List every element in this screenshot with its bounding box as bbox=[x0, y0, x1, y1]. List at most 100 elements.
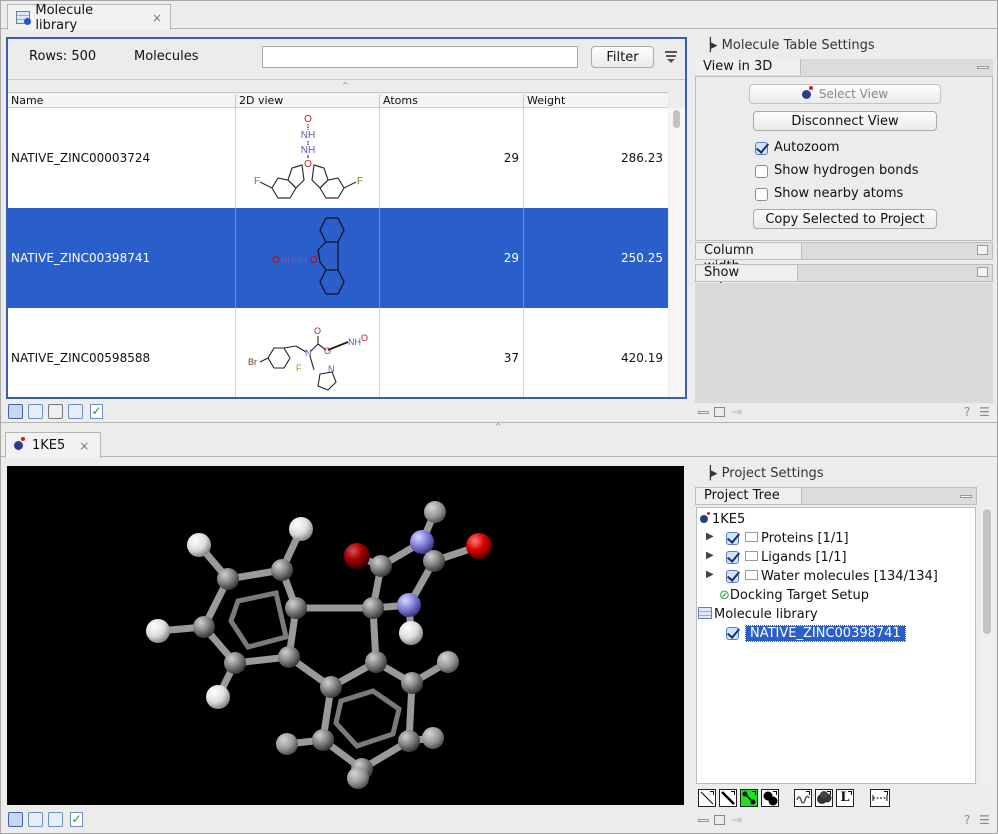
molecule-table-settings-header[interactable]: ▕▸ Molecule Table Settings bbox=[701, 38, 875, 53]
water-molecules-checkbox[interactable] bbox=[726, 570, 739, 583]
folder-icon[interactable] bbox=[977, 245, 988, 255]
viewer-3d[interactable] bbox=[7, 466, 684, 805]
tree-node-molecule-library[interactable]: Molecule library bbox=[698, 607, 818, 622]
carbon-atom bbox=[401, 672, 423, 694]
dock-icon[interactable]: ⇥ bbox=[732, 405, 742, 419]
show-hydrogen-bonds-label: Show hydrogen bonds bbox=[774, 163, 919, 178]
expand-arrow-icon[interactable]: ▶ bbox=[706, 531, 714, 542]
info-icon[interactable] bbox=[28, 404, 43, 419]
column-width-section[interactable]: Column width bbox=[695, 242, 993, 274]
expand-icon: ▕▸ bbox=[701, 38, 722, 53]
folder-icon[interactable] bbox=[714, 407, 725, 417]
molecule-view-icon[interactable] bbox=[8, 812, 23, 827]
carbon-atom bbox=[217, 568, 239, 590]
minimize-icon[interactable] bbox=[960, 495, 972, 498]
folder-icon[interactable] bbox=[977, 267, 988, 277]
minimize-icon[interactable] bbox=[977, 66, 989, 69]
history-icon[interactable] bbox=[68, 404, 83, 419]
library-item-checkbox[interactable] bbox=[726, 627, 739, 640]
backbone-icon[interactable] bbox=[794, 789, 812, 807]
minimize-icon[interactable] bbox=[698, 819, 709, 822]
table-scrollbar[interactable] bbox=[669, 108, 685, 397]
tree-node-ligands[interactable]: Ligands [1/1] bbox=[745, 550, 847, 565]
tree-node-docking-target-setup[interactable]: ⊘Docking Target Setup bbox=[719, 588, 869, 603]
project-tree-section-header[interactable]: Project Tree bbox=[695, 487, 977, 505]
tree-node-water-molecules[interactable]: Water molecules [134/134] bbox=[745, 569, 938, 584]
close-icon[interactable]: × bbox=[152, 11, 162, 25]
molecule-icon bbox=[801, 85, 813, 99]
svg-text:O: O bbox=[361, 333, 368, 343]
show-nearby-atoms-checkbox[interactable] bbox=[755, 188, 768, 201]
wireframe-icon[interactable] bbox=[698, 789, 716, 807]
expand-arrow-icon[interactable]: ▶ bbox=[706, 550, 714, 561]
table-row[interactable]: NATIVE_ZINC00598588 O N O NH O N Br F 37… bbox=[8, 308, 668, 397]
tree-node-proteins[interactable]: Proteins [1/1] bbox=[745, 531, 849, 546]
proteins-checkbox[interactable] bbox=[726, 532, 739, 545]
svg-text:O: O bbox=[304, 114, 312, 125]
app-window: Molecule library × Rows: 500 Molecules F… bbox=[0, 0, 998, 834]
table-row-selected[interactable]: NATIVE_ZINC00398741 O NHNH O 29 250.25 bbox=[8, 208, 668, 308]
hydrogen-atom bbox=[206, 685, 230, 709]
nitrogen-atom bbox=[397, 593, 421, 617]
hydrogen-atom bbox=[187, 533, 211, 557]
autozoom-label: Autozoom bbox=[774, 140, 840, 155]
show-hydrogen-bonds-checkbox[interactable] bbox=[755, 165, 768, 178]
tab-label: 1KE5 bbox=[32, 438, 66, 453]
space-fill-icon[interactable] bbox=[761, 789, 779, 807]
project-tree-scrollbar[interactable] bbox=[981, 507, 993, 784]
project-settings-header[interactable]: ▕▸ Project Settings bbox=[701, 466, 824, 481]
checklist-icon[interactable]: ✓ bbox=[90, 404, 103, 419]
column-header-2d-view[interactable]: 2D view bbox=[235, 94, 283, 108]
autozoom-checkbox[interactable] bbox=[755, 142, 768, 155]
docking-status-icon: ⊘ bbox=[719, 588, 730, 603]
view-in-3d-section: View in 3D Select View Disconnect View A… bbox=[695, 59, 993, 241]
surface-icon[interactable] bbox=[815, 789, 833, 807]
label-icon[interactable]: L bbox=[836, 789, 854, 807]
expand-arrow-icon[interactable]: ▶ bbox=[706, 569, 714, 580]
cell-atoms: 37 bbox=[503, 351, 519, 365]
tab-1ke5[interactable]: 1KE5 × bbox=[5, 432, 101, 458]
checklist-icon[interactable]: ✓ bbox=[70, 812, 83, 827]
ligands-checkbox[interactable] bbox=[726, 551, 739, 564]
svg-text:NHNH: NHNH bbox=[281, 255, 307, 265]
molecule-3d-render bbox=[146, 501, 492, 789]
history-icon[interactable] bbox=[48, 812, 63, 827]
show-column-section[interactable]: Show column bbox=[695, 264, 993, 296]
carbon-atom bbox=[365, 651, 387, 673]
minimize-icon[interactable] bbox=[698, 411, 709, 414]
stick-icon[interactable] bbox=[719, 789, 737, 807]
filter-button[interactable]: Filter bbox=[591, 46, 654, 68]
column-header-weight[interactable]: Weight bbox=[523, 94, 565, 108]
table-row[interactable]: NATIVE_ZINC00003724 O NH NH O F F 29 286… bbox=[8, 108, 668, 208]
measure-distance-icon[interactable] bbox=[870, 789, 890, 807]
filter-menu-icon[interactable] bbox=[665, 51, 677, 63]
molecule-table-icon[interactable] bbox=[48, 404, 63, 419]
options-list-icon[interactable]: ☰ bbox=[979, 813, 990, 827]
help-icon[interactable]: ? bbox=[964, 405, 970, 419]
filter-input[interactable] bbox=[262, 46, 578, 68]
dock-icon[interactable]: ⇥ bbox=[732, 813, 742, 827]
disconnect-view-button[interactable]: Disconnect View bbox=[753, 111, 937, 131]
copy-selected-to-project-button[interactable]: Copy Selected to Project bbox=[753, 209, 937, 229]
column-header-name[interactable]: Name bbox=[8, 94, 43, 108]
collapse-handle[interactable]: ^ bbox=[342, 81, 349, 90]
folder-icon[interactable] bbox=[714, 815, 725, 825]
cell-weight: 420.19 bbox=[621, 351, 663, 365]
column-header-atoms[interactable]: Atoms bbox=[379, 94, 418, 108]
options-list-icon[interactable]: ☰ bbox=[979, 405, 990, 419]
table-view-icon[interactable] bbox=[8, 404, 23, 419]
tree-node-native-zinc00398741[interactable]: NATIVE_ZINC00398741 bbox=[745, 625, 906, 642]
ball-and-stick-icon[interactable] bbox=[740, 789, 758, 807]
tree-node-1ke5[interactable]: 1KE5 bbox=[700, 512, 745, 527]
help-icon[interactable]: ? bbox=[964, 813, 970, 827]
table-header: Name 2D view Atoms Weight bbox=[8, 92, 668, 108]
aromatic-ring bbox=[333, 688, 402, 749]
folder-icon bbox=[745, 532, 758, 542]
info-icon[interactable] bbox=[28, 812, 43, 827]
hydrogen-atom bbox=[146, 619, 170, 643]
carbon-atom bbox=[370, 555, 392, 577]
molecule-icon bbox=[700, 512, 710, 523]
svg-text:F: F bbox=[254, 176, 260, 187]
close-icon[interactable]: × bbox=[79, 439, 89, 453]
tab-molecule-library[interactable]: Molecule library × bbox=[7, 3, 171, 33]
